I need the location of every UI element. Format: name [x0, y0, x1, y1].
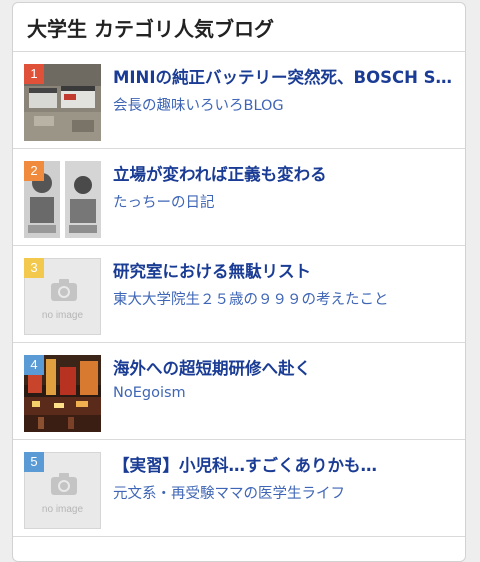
list-item[interactable]: 3 no image 研究室における無駄リスト 東大大学院生２５歳の９９９の考え… [13, 246, 465, 343]
blog-name-link[interactable]: NoEgoism [113, 385, 453, 401]
blog-name-link[interactable]: 東大大学院生２５歳の９９９の考えたこと [113, 288, 453, 309]
thumbnail-image[interactable]: 3 no image [24, 258, 101, 335]
thumbnail-image[interactable]: 1 [24, 64, 101, 141]
rank-badge: 4 [24, 355, 44, 375]
rank-badge: 5 [24, 452, 44, 472]
post-title-link[interactable]: 海外への超短期研修へ赴く [113, 355, 453, 379]
list-item[interactable]: 4 海外への超短期研修へ赴く NoEgoism [13, 343, 465, 440]
blog-name-link[interactable]: たっちーの日記 [113, 191, 453, 212]
rank-badge: 2 [24, 161, 44, 181]
thumbnail-image[interactable]: 4 [24, 355, 101, 432]
no-image-label: no image [41, 504, 84, 515]
list-item[interactable]: 1 MINIの純正バッテリー突然死、BOSCH Sil… 会長の趣味いろいろBL… [13, 52, 465, 149]
camera-icon [51, 473, 77, 495]
rank-badge: 1 [24, 64, 44, 84]
rank-badge: 3 [24, 258, 44, 278]
camera-icon [51, 279, 77, 301]
post-title-link[interactable]: 研究室における無駄リスト [113, 258, 453, 282]
blog-name-link[interactable]: 元文系・再受験ママの医学生ライフ [113, 482, 453, 503]
thumbnail-image[interactable]: 2 [24, 161, 101, 238]
ranking-card: 大学生 カテゴリ人気ブログ 1 MINIの純正バッテリー突然死、BOSCH Si… [12, 2, 466, 562]
list-item[interactable]: 5 no image 【実習】小児科…すごくありかも… 元文系・再受験ママの医学… [13, 440, 465, 537]
thumbnail-image[interactable]: 5 no image [24, 452, 101, 529]
post-title-link[interactable]: 立場が変われば正義も変わる [113, 161, 453, 185]
no-image-label: no image [41, 310, 84, 321]
card-title: 大学生 カテゴリ人気ブログ [13, 3, 465, 52]
blog-name-link[interactable]: 会長の趣味いろいろBLOG [113, 94, 453, 115]
list-item[interactable]: 2 立場が変われば正義も変わる たっちーの日記 [13, 149, 465, 246]
post-title-link[interactable]: 【実習】小児科…すごくありかも… [113, 452, 453, 476]
post-title-link[interactable]: MINIの純正バッテリー突然死、BOSCH Sil… [113, 64, 453, 88]
